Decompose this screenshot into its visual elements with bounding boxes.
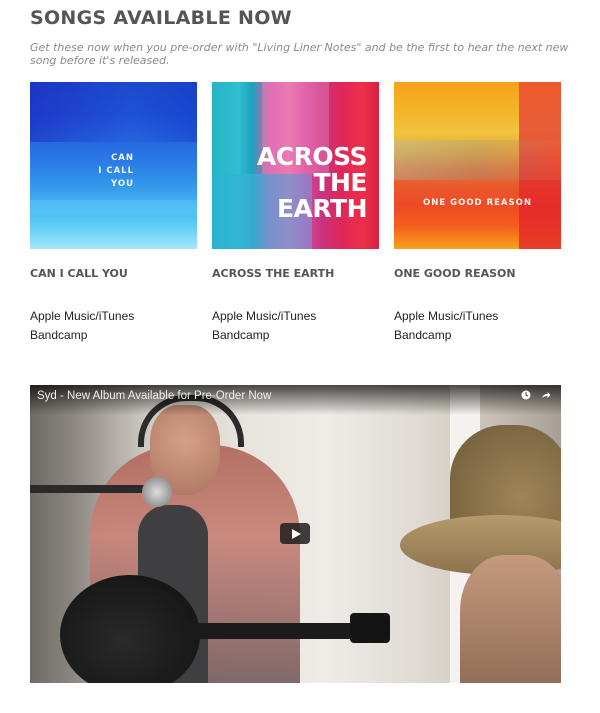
video-scene-guitar-head (350, 613, 390, 643)
video-title[interactable]: Syd - New Album Available for Pre-Order … (37, 390, 271, 402)
video-scene-mic-arm (30, 485, 160, 493)
bandcamp-link[interactable]: Bandcamp (212, 326, 379, 345)
play-button[interactable] (280, 523, 310, 544)
album-title: ACROSS THE EARTH (212, 267, 335, 280)
album-links: Apple Music/iTunes Bandcamp (30, 307, 197, 345)
album-title: ONE GOOD REASON (394, 267, 516, 280)
album-can-i-call-you: CAN I CALL YOU CAN I CALL YOU Apple Musi… (30, 82, 197, 345)
video-scene-guitar (60, 575, 200, 683)
section-subtitle: Get these now when you pre-order with "L… (30, 41, 569, 67)
video-top-icons (521, 390, 551, 400)
bandcamp-link[interactable]: Bandcamp (30, 326, 197, 345)
album-cover-image[interactable]: CAN I CALL YOU (30, 82, 197, 249)
section-heading: SONGS AVAILABLE NOW (30, 7, 292, 29)
video-scene-guitar-neck (180, 623, 365, 639)
album-cover-title: CAN I CALL YOU (98, 153, 134, 189)
video-scene-microphone (142, 477, 172, 507)
share-icon[interactable] (541, 390, 551, 400)
bandcamp-link[interactable]: Bandcamp (394, 326, 561, 345)
album-links: Apple Music/iTunes Bandcamp (394, 307, 561, 345)
album-one-good-reason: ONE GOOD REASON ONE GOOD REASON Apple Mu… (394, 82, 561, 345)
apple-music-itunes-link[interactable]: Apple Music/iTunes (30, 307, 197, 326)
album-cover-image[interactable]: ONE GOOD REASON (394, 82, 561, 249)
video-player[interactable]: Syd - New Album Available for Pre-Order … (30, 385, 561, 683)
apple-music-itunes-link[interactable]: Apple Music/iTunes (212, 307, 379, 326)
watch-later-icon[interactable] (521, 390, 531, 400)
play-icon (291, 528, 301, 539)
album-cover-title: ACROSS THE EARTH (256, 142, 368, 223)
album-cover-image[interactable]: ACROSS THE EARTH (212, 82, 379, 249)
album-cover-title: ONE GOOD REASON (423, 198, 532, 208)
album-title: CAN I CALL YOU (30, 267, 128, 280)
album-links: Apple Music/iTunes Bandcamp (212, 307, 379, 345)
apple-music-itunes-link[interactable]: Apple Music/iTunes (394, 307, 561, 326)
album-across-the-earth: ACROSS THE EARTH ACROSS THE EARTH Apple … (212, 82, 379, 345)
video-scene-foreground-person (460, 555, 561, 683)
